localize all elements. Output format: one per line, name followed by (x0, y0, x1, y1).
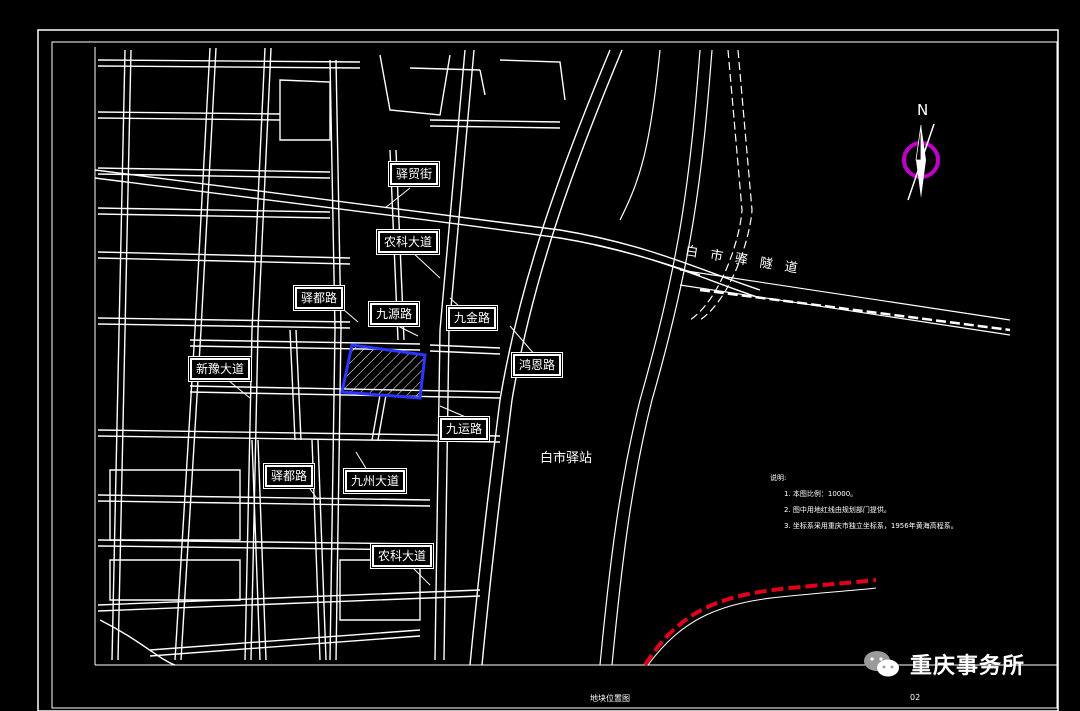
railway-corridor (594, 49, 1011, 666)
watermark-text: 重庆事务所 (910, 654, 1026, 679)
watermark: 重庆事务所 (862, 648, 1025, 680)
road-network (94, 47, 761, 666)
road-label-yidu-1: 驿都路 (295, 287, 344, 309)
road-label-jiuzhou: 九州大道 (345, 470, 406, 492)
road-label-nongke-1: 农科大道 (378, 231, 439, 253)
notes-title: 说明: (770, 474, 787, 482)
map-notes: 说明: 1. 本图比例：10000。 2. 图中用地红线由规划部门提供。 3. … (770, 470, 958, 534)
rail-line (643, 578, 877, 667)
notes-line: 3. 坐标系采用重庆市独立坐标系，1956年黄海高程系。 (784, 522, 958, 530)
wechat-icon (864, 651, 899, 677)
station-label: 白市驿站 (540, 451, 593, 466)
road-label-jiujin: 九金路 (448, 307, 497, 329)
road-label-yimao: 驿贸街 (390, 163, 439, 185)
road-label-nongke-2: 农科大道 (372, 545, 433, 567)
site-parcel (340, 343, 427, 400)
north-label: N (917, 101, 929, 119)
footer-page: 02 (910, 693, 921, 702)
footer-title: 地块位置图 (590, 694, 630, 703)
road-label-xinyu: 新豫大道 (190, 358, 251, 380)
compass-icon (902, 123, 940, 201)
road-label-jiuyun: 九运路 (440, 418, 489, 440)
road-label-hongen: 鸿恩路 (513, 354, 562, 376)
road-label-jiuyuan: 九源路 (370, 303, 419, 325)
notes-line: 2. 图中用地红线由规划部门提供。 (784, 506, 891, 514)
notes-line: 1. 本图比例：10000。 (784, 490, 858, 498)
road-label-yidu-2: 驿都路 (265, 465, 314, 487)
